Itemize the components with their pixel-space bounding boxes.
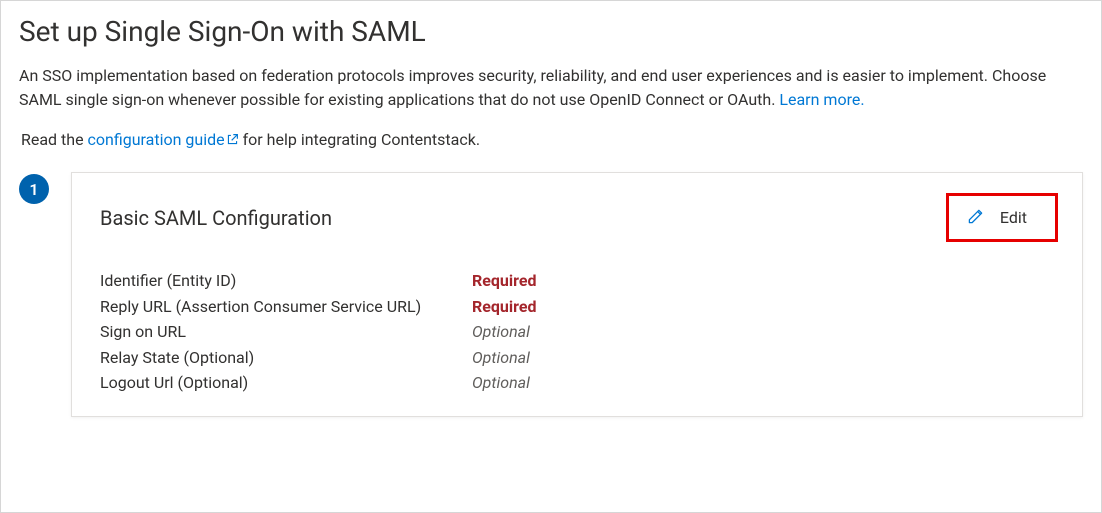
field-label: Sign on URL bbox=[100, 319, 472, 345]
card-header: Basic SAML Configuration Edit bbox=[100, 193, 1058, 242]
field-label: Identifier (Entity ID) bbox=[100, 268, 472, 294]
edit-button[interactable]: Edit bbox=[946, 193, 1058, 242]
field-identifier: Identifier (Entity ID) Required bbox=[100, 268, 1058, 294]
intro-text: An SSO implementation based on federatio… bbox=[19, 64, 1083, 112]
field-value: Optional bbox=[472, 345, 530, 371]
field-relay-state: Relay State (Optional) Optional bbox=[100, 345, 1058, 371]
field-reply-url: Reply URL (Assertion Consumer Service UR… bbox=[100, 294, 1058, 320]
field-logout-url: Logout Url (Optional) Optional bbox=[100, 370, 1058, 396]
external-link-icon bbox=[226, 131, 239, 150]
card-title: Basic SAML Configuration bbox=[100, 206, 332, 230]
field-list: Identifier (Entity ID) Required Reply UR… bbox=[100, 268, 1058, 396]
basic-saml-card: Basic SAML Configuration Edit Identifier… bbox=[71, 172, 1083, 417]
step-number-badge: 1 bbox=[19, 174, 49, 204]
field-label: Reply URL (Assertion Consumer Service UR… bbox=[100, 294, 472, 320]
field-value: Optional bbox=[472, 319, 530, 345]
learn-more-link[interactable]: Learn more. bbox=[779, 90, 864, 109]
field-value: Optional bbox=[472, 370, 530, 396]
pencil-icon bbox=[967, 206, 986, 229]
guide-prefix: Read the bbox=[21, 130, 88, 149]
field-value: Required bbox=[472, 268, 536, 294]
step-1: 1 Basic SAML Configuration Edit Identifi… bbox=[19, 172, 1083, 417]
edit-button-label: Edit bbox=[1000, 208, 1027, 227]
page-title: Set up Single Sign-On with SAML bbox=[19, 15, 1083, 48]
field-sign-on-url: Sign on URL Optional bbox=[100, 319, 1058, 345]
config-guide-link-text: configuration guide bbox=[88, 130, 225, 149]
guide-suffix: for help integrating Contentstack. bbox=[239, 130, 480, 149]
config-guide-link[interactable]: configuration guide bbox=[88, 130, 239, 149]
field-label: Logout Url (Optional) bbox=[100, 370, 472, 396]
field-value: Required bbox=[472, 294, 536, 320]
config-guide-row: Read the configuration guide for help in… bbox=[21, 130, 1083, 150]
intro-body: An SSO implementation based on federatio… bbox=[19, 66, 1046, 109]
field-label: Relay State (Optional) bbox=[100, 345, 472, 371]
